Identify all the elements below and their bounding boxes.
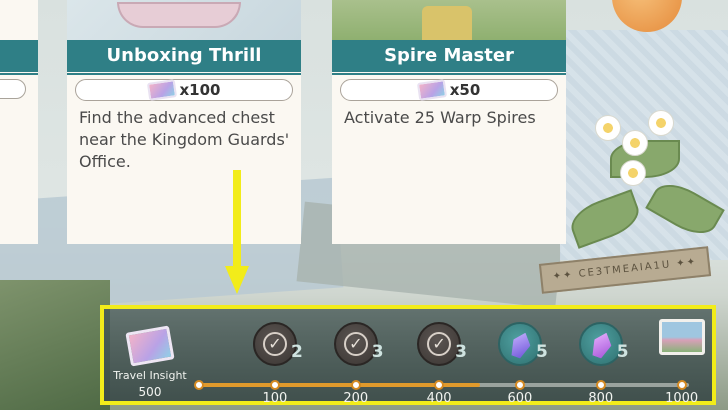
travel-insight-progress-panel: Travel Insight 500 100 200 400 600 800 1000 ✓… xyxy=(100,305,716,406)
reward-quantity: 3 xyxy=(455,342,467,362)
reward-quantity: 3 xyxy=(371,342,384,362)
card-description: Activate 25 Warp Spires xyxy=(344,108,536,127)
annotation-arrow xyxy=(225,170,249,296)
arrow-shaft xyxy=(233,170,241,268)
reward-quantity: x50 xyxy=(449,81,481,99)
check-icon: ✓ xyxy=(427,332,452,356)
milestone-value: 100 xyxy=(262,391,288,406)
card-art xyxy=(332,0,566,40)
milestone-reward-600[interactable]: 5 xyxy=(497,322,548,366)
milestone-dot xyxy=(676,380,687,390)
achievement-card[interactable]: Spire Master x50 Activate 25 Warp Spires xyxy=(332,0,566,244)
arrow-head-icon xyxy=(225,266,249,294)
flower-decoration xyxy=(622,130,648,156)
card-description: Find the advanced chest near the Kingdom… xyxy=(79,108,290,171)
achievement-card-partial[interactable] xyxy=(0,0,38,244)
check-icon: ✓ xyxy=(343,332,368,356)
progress-start-dot xyxy=(194,380,204,390)
reward-pill: x50 xyxy=(340,79,558,101)
milestone-reward-100[interactable]: ✓ 2 xyxy=(252,322,303,366)
milestone-reward-800[interactable]: 5 xyxy=(578,322,629,366)
milestone-dot xyxy=(350,380,361,390)
milestone-value: 400 xyxy=(426,391,452,406)
crystal-icon xyxy=(589,330,615,361)
reward-pill xyxy=(0,79,26,99)
travel-insight-ticket-icon xyxy=(125,325,175,367)
card-title-band xyxy=(0,40,38,75)
postcard-icon[interactable] xyxy=(658,319,705,355)
milestone-dot xyxy=(434,380,445,390)
travel-insight-summary[interactable]: Travel Insight 500 xyxy=(107,325,193,399)
grass-decoration xyxy=(0,280,110,410)
flower-decoration xyxy=(595,115,621,141)
card-title: Spire Master xyxy=(332,40,566,75)
milestone-dot xyxy=(595,380,606,390)
achievement-card[interactable]: Unboxing Thrill x100 Find the advanced c… xyxy=(67,0,301,244)
milestone-reward-200[interactable]: ✓ 3 xyxy=(333,322,384,366)
travel-insight-label: Travel Insight xyxy=(113,369,187,382)
milestone-dot xyxy=(269,380,280,390)
milestone-dot xyxy=(514,380,525,390)
milestone-value: 600 xyxy=(507,391,533,406)
milestone-value: 800 xyxy=(588,391,614,406)
milestone-reward-400[interactable]: ✓ 3 xyxy=(417,322,467,366)
flower-decoration xyxy=(620,160,646,186)
card-title: Unboxing Thrill xyxy=(67,40,301,75)
travel-insight-ticket-icon xyxy=(416,79,447,101)
reward-quantity: x100 xyxy=(179,81,221,99)
progress-track: 100 200 400 600 800 1000 xyxy=(194,380,698,406)
travel-insight-current: 500 xyxy=(138,385,162,399)
flower-decoration xyxy=(648,110,674,136)
orange-fruit-decoration xyxy=(612,0,682,32)
reward-quantity: 5 xyxy=(535,342,548,362)
reward-pill: x100 xyxy=(75,79,293,101)
card-art xyxy=(67,0,301,40)
milestone-value: 200 xyxy=(343,391,369,406)
reward-quantity: 5 xyxy=(616,342,629,362)
milestone-value: 1000 xyxy=(665,391,699,406)
check-icon: ✓ xyxy=(262,332,287,356)
reward-quantity: 2 xyxy=(290,342,303,362)
crystal-icon xyxy=(508,330,534,361)
travel-insight-ticket-icon xyxy=(146,79,177,101)
